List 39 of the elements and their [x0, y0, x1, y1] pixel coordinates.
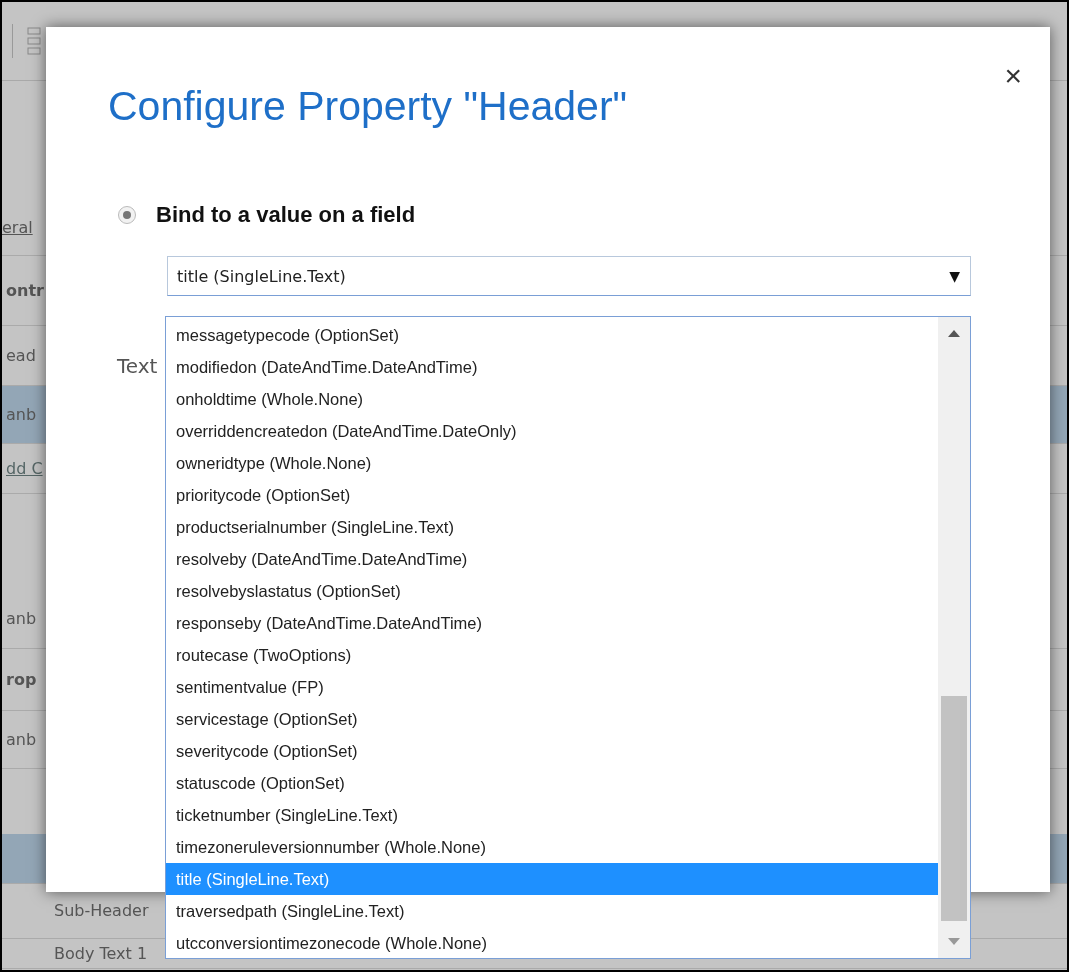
scroll-down-icon[interactable] — [947, 937, 961, 946]
dropdown-option[interactable]: ticketnumber (SingleLine.Text) — [166, 799, 938, 831]
field-label: Text — [117, 354, 158, 378]
dropdown-option[interactable]: timezoneruleversionnumber (Whole.None) — [166, 831, 938, 863]
dropdown-option[interactable]: responseby (DateAndTime.DateAndTime) — [166, 607, 938, 639]
dialog-title: Configure Property "Header" — [108, 83, 629, 130]
radio-label: Bind to a value on a field — [156, 202, 416, 228]
dropdown-option[interactable]: overriddencreatedon (DateAndTime.DateOnly) — [166, 415, 938, 447]
dropdown-option[interactable]: messagetypecode (OptionSet) — [166, 319, 938, 351]
dropdown-option[interactable]: resolvebyslastatus (OptionSet) — [166, 575, 938, 607]
dropdown-option[interactable]: productserialnumber (SingleLine.Text) — [166, 511, 938, 543]
dropdown-option[interactable]: onholdtime (Whole.None) — [166, 383, 938, 415]
link[interactable]: dd C — [6, 458, 43, 479]
dropdown-option[interactable]: severitycode (OptionSet) — [166, 735, 938, 767]
grid-icon[interactable] — [27, 26, 41, 56]
list-item: Sub-Header — [54, 901, 149, 921]
dropdown-option[interactable]: prioritycode (OptionSet) — [166, 479, 938, 511]
list-item: anb — [6, 404, 37, 425]
section-heading: rop — [6, 669, 37, 690]
dropdown-option[interactable]: resolveby (DateAndTime.DateAndTime) — [166, 543, 938, 575]
dropdown-option[interactable]: utcconversiontimezonecode (Whole.None) — [166, 927, 938, 959]
dropdown-option[interactable]: sentimentvalue (FP) — [166, 671, 938, 703]
scrollbar[interactable] — [938, 317, 970, 958]
dropdown-option[interactable]: servicestage (OptionSet) — [166, 703, 938, 735]
dropdown-option[interactable]: statuscode (OptionSet) — [166, 767, 938, 799]
dropdown-option[interactable]: routecase (TwoOptions) — [166, 639, 938, 671]
dropdown-option[interactable]: owneridtype (Whole.None) — [166, 447, 938, 479]
section-heading: ontr — [6, 280, 44, 301]
field-dropdown[interactable]: title (SingleLine.Text) ▼ — [167, 256, 971, 296]
scroll-up-icon[interactable] — [947, 329, 961, 338]
list-item: ead — [6, 345, 36, 366]
tab[interactable]: eral — [2, 218, 33, 238]
close-button[interactable]: × — [1000, 61, 1026, 91]
dropdown-option[interactable]: traversedpath (SingleLine.Text) — [166, 895, 938, 927]
radio-button[interactable] — [118, 206, 136, 224]
dropdown-option[interactable]: modifiedon (DateAndTime.DateAndTime) — [166, 351, 938, 383]
list-item: anb — [6, 608, 37, 629]
list-item: Body Text 1 — [54, 943, 148, 964]
list-item: anb — [6, 729, 37, 750]
